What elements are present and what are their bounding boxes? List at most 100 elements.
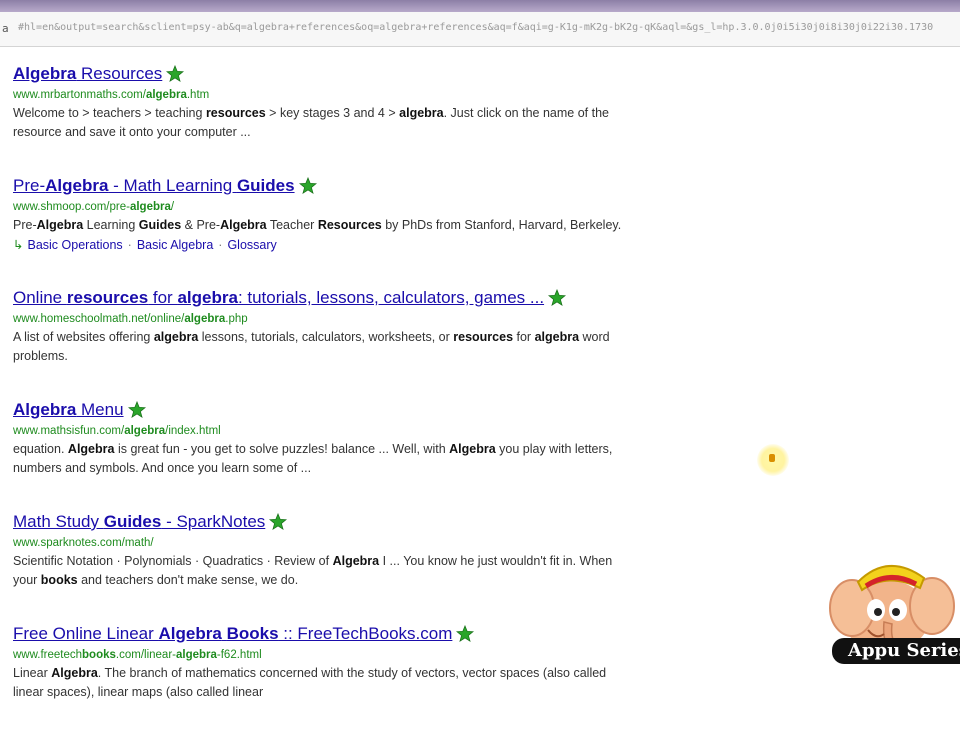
address-bar[interactable]: a #hl=en&output=search&sclient=psy-ab&q=…: [0, 12, 960, 47]
sitelink[interactable]: Glossary: [227, 238, 276, 252]
result-snippet: Welcome to > teachers > teaching resourc…: [13, 104, 623, 142]
text-run: & Pre-: [181, 218, 221, 232]
text-run: -f62.html: [216, 649, 262, 661]
highlighted-term: Algebra: [36, 218, 84, 232]
highlighted-term: Algebra: [158, 624, 222, 643]
magnifier-star-icon[interactable]: [456, 625, 475, 643]
url-prefix: a: [2, 22, 9, 35]
highlighted-term: algebra: [399, 106, 444, 120]
result-title-link[interactable]: Math Study Guides - SparkNotes: [13, 512, 265, 532]
text-run: A list of websites offering: [13, 330, 154, 344]
highlighted-term: books: [82, 649, 116, 661]
highlighted-term: resources: [66, 288, 149, 307]
text-run: www.homeschoolmath.net/online/: [13, 313, 185, 325]
sitelink[interactable]: Basic Operations: [27, 238, 122, 252]
text-run: www.shmoop.com/pre-: [13, 201, 130, 213]
text-run: Online: [13, 288, 67, 307]
text-run: for: [148, 288, 178, 307]
search-result: Math Study Guides - SparkNotes www.sparkn…: [13, 510, 653, 622]
text-run: Pre-: [13, 218, 37, 232]
text-run: lessons, tutorials, calculators, workshe…: [198, 330, 454, 344]
result-url: www.freetechbooks.com/linear-algebra-f62…: [13, 646, 653, 664]
highlighted-term: algebra: [124, 425, 166, 437]
search-results: Algebra Resources www.mrbartonmaths.com/a…: [13, 62, 653, 734]
search-result: Pre-Algebra - Math Learning Guides www.sh…: [13, 174, 653, 286]
highlighted-term: algebra: [177, 288, 238, 307]
text-run: www.mathsisfun.com/: [13, 425, 125, 437]
text-run: Teacher: [266, 218, 318, 232]
search-result: Algebra Menu www.mathsisfun.com/algebra/i…: [13, 398, 653, 510]
magnifier-star-icon[interactable]: [166, 65, 185, 83]
result-snippet: Linear Algebra. The branch of mathematic…: [13, 664, 623, 702]
result-snippet: Scientific Notation · Polynomials · Quad…: [13, 552, 623, 590]
text-run: Pre-: [13, 176, 46, 195]
sitelink-separator: ·: [218, 238, 223, 252]
result-title-line: Algebra Menu: [13, 398, 653, 422]
text-run: www.freetech: [13, 649, 83, 661]
text-run: by PhDs from Stanford, Harvard, Berkeley…: [381, 218, 622, 232]
sitelink-separator: ·: [127, 238, 132, 252]
url-text[interactable]: #hl=en&output=search&sclient=psy-ab&q=al…: [18, 22, 948, 33]
text-run: - Math Learning: [108, 176, 237, 195]
result-title-line: Algebra Resources: [13, 62, 653, 86]
text-run: www.mrbartonmaths.com/: [13, 89, 146, 101]
result-snippet: Pre-Algebra Learning Guides & Pre-Algebr…: [13, 216, 623, 235]
result-title-link[interactable]: Free Online Linear Algebra Books :: Free…: [13, 624, 452, 644]
highlighted-term: algebra: [184, 313, 226, 325]
text-run: .php: [225, 313, 248, 325]
highlighted-term: algebra: [145, 89, 187, 101]
text-run: :: FreeTechBooks.com: [278, 624, 453, 643]
magnifier-star-icon[interactable]: [548, 289, 567, 307]
text-run: Welcome to > teachers > teaching: [13, 106, 206, 120]
text-run: .com/linear-: [115, 649, 176, 661]
result-title-link[interactable]: Algebra Resources: [13, 64, 162, 84]
text-run: Menu: [76, 400, 124, 419]
text-run: for: [513, 330, 535, 344]
result-title-line: Online resources for algebra: tutorials,…: [13, 286, 653, 310]
highlighted-term: algebra: [175, 649, 217, 661]
search-result: Free Online Linear Algebra Books :: Free…: [13, 622, 653, 734]
text-run: Math Study: [13, 512, 104, 531]
highlighted-term: Algebra: [13, 64, 77, 83]
highlighted-term: Resources: [317, 218, 382, 232]
text-run: is great fun - you get to solve puzzles!…: [114, 442, 450, 456]
text-run: www.sparknotes.com/math/: [13, 537, 154, 549]
sitelinks: ↳ Basic Operations · Basic Algebra · Glossary: [13, 237, 653, 252]
result-title-link[interactable]: Algebra Menu: [13, 400, 124, 420]
text-run: /index.html: [165, 425, 221, 437]
highlighted-term: Algebra: [449, 442, 496, 456]
text-run: Learning: [83, 218, 139, 232]
highlighted-term: Guides: [236, 176, 295, 195]
text-run: and teachers don't make sense, we do.: [77, 573, 299, 587]
result-title-line: Free Online Linear Algebra Books :: Free…: [13, 622, 653, 646]
magnifier-star-icon[interactable]: [298, 177, 317, 195]
result-snippet: A list of websites offering algebra less…: [13, 328, 623, 366]
sitelink[interactable]: Basic Algebra: [137, 238, 213, 252]
result-url: www.sparknotes.com/math/: [13, 534, 653, 552]
result-title-link[interactable]: Online resources for algebra: tutorials,…: [13, 288, 544, 308]
text-run: - SparkNotes: [161, 512, 266, 531]
result-title-link[interactable]: Pre-Algebra - Math Learning Guides: [13, 176, 295, 196]
result-url: www.shmoop.com/pre-algebra/: [13, 198, 653, 216]
highlighted-term: Algebra: [13, 400, 77, 419]
result-title-line: Math Study Guides - SparkNotes: [13, 510, 653, 534]
window-title-bar: [0, 0, 960, 12]
magnifier-star-icon[interactable]: [269, 513, 288, 531]
result-url: www.homeschoolmath.net/online/algebra.ph…: [13, 310, 653, 328]
result-url: www.mathsisfun.com/algebra/index.html: [13, 422, 653, 440]
text-run: > key stages 3 and 4 >: [265, 106, 400, 120]
highlighted-term: Algebra: [51, 666, 98, 680]
search-result: Online resources for algebra: tutorials,…: [13, 286, 653, 398]
highlighted-term: algebra: [534, 330, 580, 344]
text-run: equation.: [13, 442, 68, 456]
watermark-label: Appu Series: [832, 638, 960, 664]
text-run: Scientific Notation · Polynomials · Quad…: [13, 554, 333, 568]
text-run: /: [170, 201, 175, 213]
highlighted-term: Books: [226, 624, 279, 643]
text-run: .htm: [186, 89, 210, 101]
highlighted-term: Algebra: [220, 218, 267, 232]
text-run: : tutorials, lessons, calculators, games…: [237, 288, 545, 307]
magnifier-star-icon[interactable]: [127, 401, 146, 419]
result-title-line: Pre-Algebra - Math Learning Guides: [13, 174, 653, 198]
highlighted-term: resources: [205, 106, 266, 120]
